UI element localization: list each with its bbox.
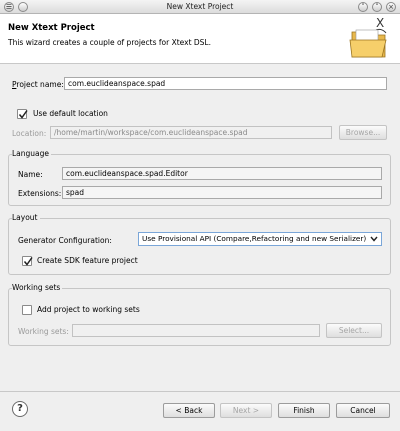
working-sets-group-title: Working sets	[12, 283, 63, 292]
close-icon[interactable]: ×	[386, 2, 396, 12]
extensions-label: Extensions:	[18, 189, 62, 198]
svg-text:X: X	[376, 16, 384, 30]
generator-configuration-value: Use Provisional API (Compare,Refactoring…	[142, 234, 367, 243]
generator-configuration-select[interactable]: Use Provisional API (Compare,Refactoring…	[138, 232, 382, 246]
next-button[interactable]: Next >	[220, 403, 272, 418]
cancel-button[interactable]: Cancel	[336, 403, 390, 418]
language-name-field[interactable]: com.euclideanspace.spad.Editor	[62, 167, 382, 180]
layout-group-title: Layout	[12, 213, 40, 222]
maximize-icon[interactable]: ˄	[372, 2, 382, 12]
use-default-location-label: Use default location	[33, 109, 108, 118]
generator-configuration-label: Generator Configuration:	[18, 236, 112, 245]
checkmark-icon	[23, 257, 33, 266]
layout-group	[8, 218, 391, 275]
wizard-title: New Xtext Project	[8, 23, 95, 33]
working-sets-select	[72, 324, 320, 337]
chevron-down-icon	[370, 236, 378, 242]
footer-divider	[0, 391, 400, 392]
project-name-field[interactable]: com.euclideanspace.spad	[64, 77, 387, 90]
window-titlebar: ☰ New Xtext Project ˅ ˄ ×	[0, 0, 400, 14]
checkmark-icon	[18, 110, 28, 119]
browse-button[interactable]: Browse...	[339, 125, 387, 140]
folder-wizard-icon: X	[349, 16, 387, 58]
window-title: New Xtext Project	[166, 2, 234, 11]
language-group-title: Language	[12, 149, 52, 158]
minimize-icon[interactable]: ˅	[358, 2, 368, 12]
location-label: Location:	[12, 129, 47, 138]
finish-button[interactable]: Finish	[278, 403, 330, 418]
add-to-working-sets-checkbox[interactable]	[22, 305, 32, 315]
help-icon[interactable]: ?	[12, 401, 28, 417]
working-sets-label: Working sets:	[18, 327, 69, 336]
extensions-field[interactable]: spad	[62, 186, 382, 199]
wizard-description: This wizard creates a couple of projects…	[8, 38, 211, 47]
create-sdk-feature-label: Create SDK feature project	[37, 256, 138, 265]
add-to-working-sets-label: Add project to working sets	[37, 305, 140, 314]
wizard-header: New Xtext Project This wizard creates a …	[0, 14, 400, 64]
select-working-sets-button[interactable]: Select...	[326, 323, 382, 338]
language-name-label: Name:	[18, 170, 43, 179]
use-default-location-checkbox[interactable]	[17, 109, 28, 119]
create-sdk-feature-checkbox[interactable]	[22, 256, 33, 266]
back-button[interactable]: < Back	[163, 403, 215, 418]
project-name-label: Project name:	[12, 80, 64, 89]
location-field: /home/martin/workspace/com.euclideanspac…	[50, 126, 332, 139]
